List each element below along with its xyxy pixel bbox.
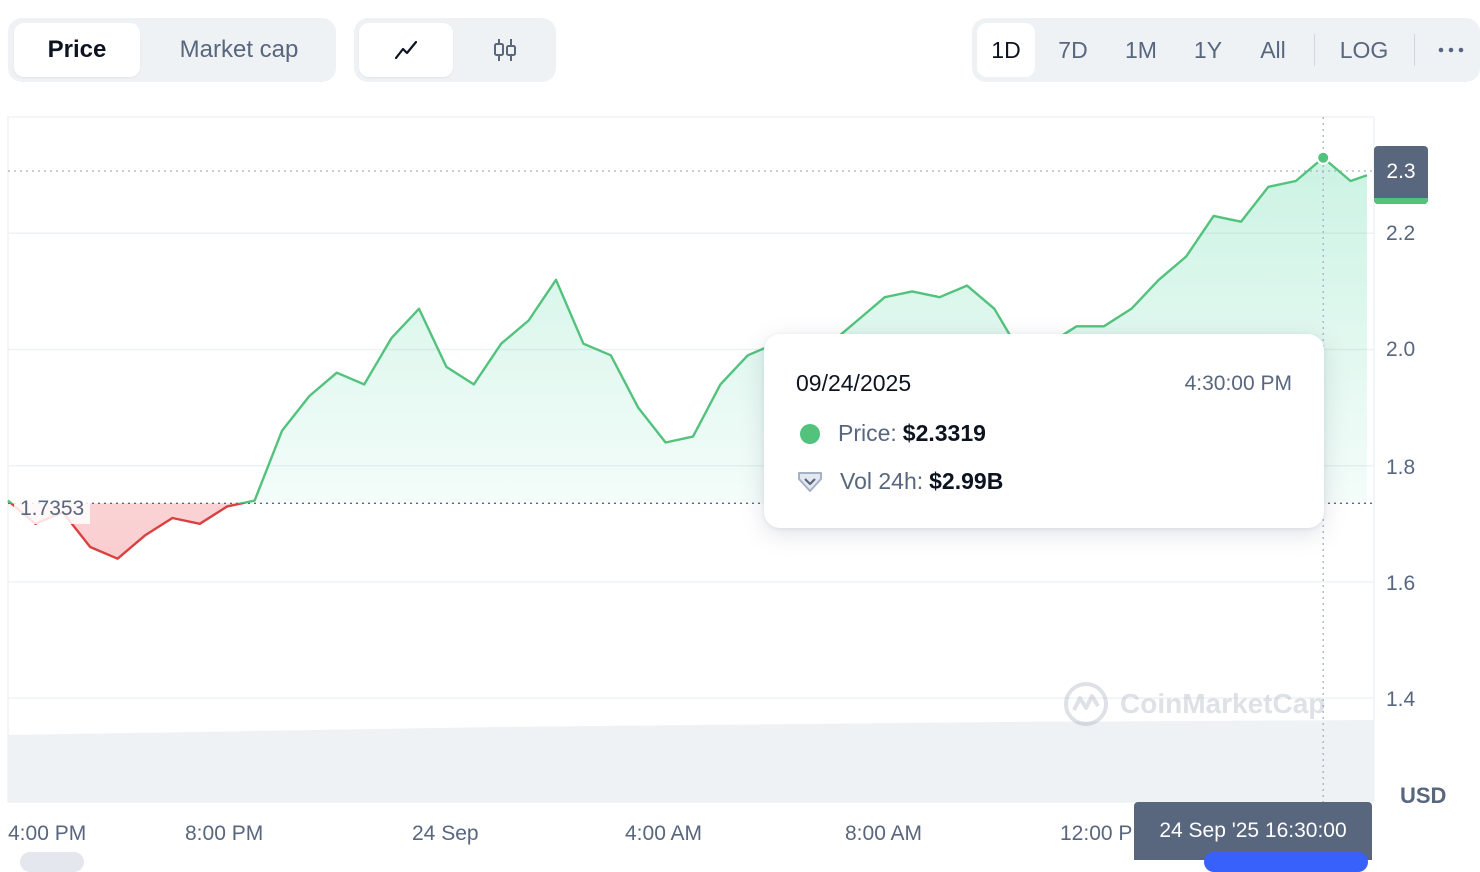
- y-tick-label: 1.8: [1386, 456, 1416, 479]
- more-options-button[interactable]: [1426, 23, 1476, 77]
- x-tick-label: 8:00 PM: [185, 822, 264, 845]
- range-divider: [1314, 34, 1315, 66]
- price-dot-icon: [800, 423, 820, 444]
- candlestick-icon: [494, 39, 516, 61]
- range-7d-button[interactable]: 7D: [1044, 23, 1102, 77]
- tooltip-price-value: $2.3319: [902, 420, 986, 446]
- price-tooltip: 09/24/2025 4:30:00 PM Price: $2.3319 Vol…: [764, 334, 1324, 528]
- tooltip-volume-row: Vol 24h: $2.99B: [796, 468, 1003, 495]
- tooltip-volume-label: Vol 24h:: [840, 468, 924, 494]
- tooltip-price-row: Price: $2.3319: [796, 420, 986, 447]
- tooltip-volume-value: $2.99B: [929, 468, 1004, 494]
- y-tick-label: 2.0: [1386, 338, 1416, 361]
- more-horizontal-icon: [1438, 47, 1464, 53]
- current-price-tag: 2.3: [1374, 146, 1428, 204]
- range-toggle: 1D 7D 1M 1Y All LOG: [972, 18, 1480, 82]
- x-tick-label: 4:00 AM: [625, 822, 703, 845]
- y-tick-label: 1.4: [1386, 688, 1416, 711]
- price-tag-up-indicator: [1374, 198, 1428, 204]
- currency-label: USD: [1400, 783, 1447, 808]
- x-tick-label: 24 Sep: [412, 822, 479, 845]
- x-tick-label: 4:00 PM: [8, 822, 87, 845]
- range-divider: [1414, 34, 1415, 66]
- watermark-text: CoinMarketCap: [1120, 688, 1326, 719]
- range-1y-button[interactable]: 1Y: [1179, 23, 1237, 77]
- range-slider-track[interactable]: [20, 852, 84, 872]
- y-tick-label: 1.6: [1386, 572, 1416, 595]
- log-scale-button[interactable]: LOG: [1328, 23, 1400, 77]
- x-tick-label: 8:00 AM: [845, 822, 923, 845]
- current-price-value: 2.3: [1386, 160, 1416, 183]
- metric-toggle: Price Market cap: [8, 18, 336, 82]
- range-slider-handle[interactable]: [1204, 852, 1368, 872]
- candlestick-chart-button[interactable]: [458, 23, 552, 77]
- y-tick-label: 2.2: [1386, 222, 1416, 245]
- hover-point: [1316, 150, 1331, 165]
- tooltip-date: 09/24/2025: [796, 370, 912, 396]
- tab-market-cap[interactable]: Market cap: [148, 23, 330, 77]
- coinmarketcap-watermark: CoinMarketCap: [1062, 680, 1325, 728]
- line-chart-icon: [394, 40, 418, 60]
- tooltip-price-label: Price:: [838, 420, 897, 446]
- volume-area: [8, 720, 1374, 802]
- tooltip-time: 4:30:00 PM: [1184, 372, 1292, 395]
- coinmarketcap-logo-icon: [1064, 682, 1108, 726]
- line-chart-button[interactable]: [359, 23, 453, 77]
- range-1d-button[interactable]: 1D: [977, 23, 1035, 77]
- chart-type-toggle: [354, 18, 556, 82]
- range-all-button[interactable]: All: [1244, 23, 1302, 77]
- tab-price[interactable]: Price: [14, 23, 140, 77]
- baseline-price-label: 1.7353: [14, 494, 91, 524]
- range-1m-button[interactable]: 1M: [1112, 23, 1170, 77]
- volume-icon: [798, 471, 822, 492]
